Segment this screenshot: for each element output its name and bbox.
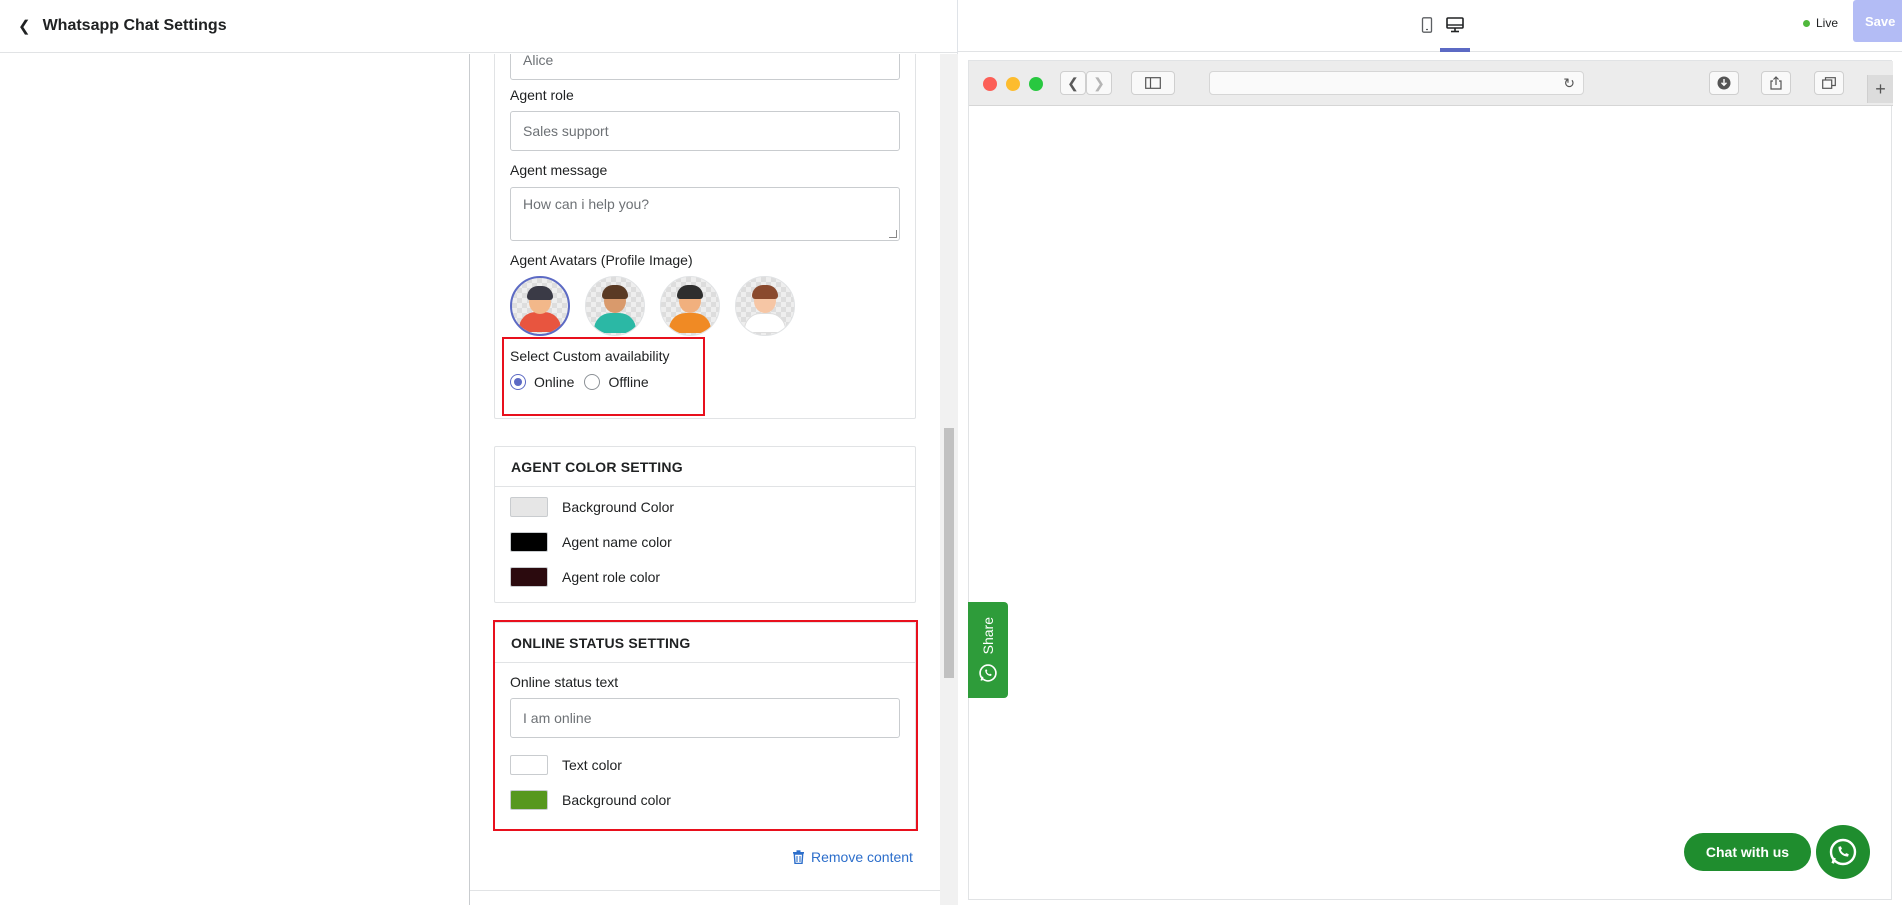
radio-offline-label: Offline: [608, 374, 649, 390]
status-background-color-label: Background color: [562, 792, 671, 808]
agent-name-value: Alice: [523, 54, 554, 68]
whatsapp-floating-button[interactable]: [1816, 825, 1870, 879]
download-icon: [1709, 71, 1739, 95]
avatar-hair-icon: [752, 285, 778, 299]
avatar-option-2[interactable]: [585, 276, 645, 336]
browser-mockup: ❮ ❯ ↻ +: [968, 60, 1893, 900]
agent-message-label: Agent message: [510, 162, 608, 178]
online-status-heading: ONLINE STATUS SETTING: [495, 623, 915, 663]
trash-icon: [793, 850, 804, 864]
radio-online-label: Online: [534, 374, 575, 390]
swatch-row-text-color: Text color: [510, 755, 622, 775]
availability-label: Select Custom availability: [510, 348, 670, 364]
status-background-color-swatch[interactable]: [510, 790, 548, 810]
avatar-hair-icon: [527, 286, 553, 300]
maximize-window-icon: [1029, 77, 1043, 91]
desktop-icon: [1446, 17, 1464, 33]
preview-pane: Live Save ❮ ❯ ↻ + Share Chat with us: [958, 0, 1902, 905]
availability-radio-group: Online Offline: [510, 374, 659, 390]
swatch-row-status-background: Background color: [510, 790, 671, 810]
avatar-body-icon: [594, 313, 636, 333]
page-title: Whatsapp Chat Settings: [42, 17, 227, 34]
browser-back-icon: ❮: [1060, 71, 1086, 95]
remove-content-link[interactable]: Remove content: [792, 849, 913, 865]
scrollbar-thumb[interactable]: [944, 428, 954, 678]
top-bar: ❮ Whatsapp Chat Settings: [0, 0, 958, 53]
desktop-view-button[interactable]: [1440, 10, 1470, 40]
browser-forward-icon: ❯: [1086, 71, 1112, 95]
avatar-hair-icon: [677, 285, 703, 299]
agent-role-input[interactable]: Sales support: [510, 111, 900, 151]
online-status-text-input[interactable]: I am online: [510, 698, 900, 738]
share-widget-tab[interactable]: Share: [968, 602, 1008, 698]
agent-role-color-label: Agent role color: [562, 569, 661, 585]
background-color-swatch[interactable]: [510, 497, 548, 517]
live-status: Live: [1803, 16, 1838, 30]
share-label: Share: [980, 617, 996, 655]
settings-pane: ❮ Whatsapp Chat Settings Alice Agent rol…: [0, 0, 958, 905]
share-sheet-icon: [1761, 71, 1791, 95]
live-dot-icon: [1803, 19, 1810, 27]
agent-color-heading: AGENT COLOR SETTING: [495, 447, 915, 487]
radio-offline[interactable]: [584, 374, 601, 390]
swatch-row-agent-name: Agent name color: [510, 532, 672, 552]
reload-icon: ↻: [1563, 75, 1575, 91]
online-status-text-value: I am online: [523, 710, 592, 726]
agent-message-value: How can i help you?: [523, 196, 650, 212]
avatar-body-icon: [519, 312, 561, 332]
avatar-option-3[interactable]: [660, 276, 720, 336]
online-status-text-label: Online status text: [510, 674, 619, 690]
back-chevron-icon[interactable]: ❮: [18, 17, 31, 35]
mobile-icon: [1421, 17, 1433, 33]
close-window-icon: [983, 77, 997, 91]
avatar-option-4[interactable]: [735, 276, 795, 336]
agent-message-textarea[interactable]: How can i help you?: [510, 187, 900, 241]
section-divider: [470, 890, 940, 891]
new-tab-icon: +: [1867, 75, 1893, 103]
text-color-label: Text color: [562, 757, 622, 773]
agent-role-color-swatch[interactable]: [510, 567, 548, 587]
preview-toolbar: Live Save: [958, 0, 1902, 52]
avatar-picker: [510, 276, 795, 336]
background-color-label: Background Color: [562, 499, 675, 515]
minimize-window-icon: [1006, 77, 1020, 91]
settings-scrollbar[interactable]: [940, 54, 958, 905]
active-device-indicator: [1440, 48, 1470, 52]
avatar-body-icon: [669, 313, 711, 333]
browser-toolbar: ❮ ❯ ↻ +: [969, 61, 1893, 106]
agent-role-value: Sales support: [523, 123, 609, 139]
whatsapp-icon: [979, 663, 997, 682]
avatar-hair-icon: [602, 285, 628, 299]
sidebar-toggle-icon: [1131, 71, 1175, 95]
live-label: Live: [1816, 16, 1839, 30]
address-bar: ↻: [1209, 71, 1584, 95]
save-button[interactable]: Save: [1853, 0, 1902, 42]
app-root: ❮ Whatsapp Chat Settings Alice Agent rol…: [0, 0, 1902, 905]
settings-column: Alice Agent role Sales support Agent mes…: [470, 54, 940, 905]
agent-role-label: Agent role: [510, 87, 574, 103]
radio-online[interactable]: [510, 374, 526, 390]
agent-name-color-swatch[interactable]: [510, 532, 548, 552]
swatch-row-agent-role: Agent role color: [510, 567, 660, 587]
swatch-row-background: Background Color: [510, 497, 674, 517]
resize-grip-icon[interactable]: [889, 230, 897, 238]
avatar-option-1[interactable]: [510, 276, 570, 336]
remove-content-label: Remove content: [811, 849, 913, 865]
avatar-body-icon: [744, 313, 786, 333]
navigation-column: [0, 54, 470, 905]
chat-with-us-button[interactable]: Chat with us: [1684, 833, 1811, 871]
whatsapp-icon: [1829, 838, 1857, 866]
mobile-view-button[interactable]: [1412, 10, 1442, 40]
agent-name-input[interactable]: Alice: [510, 54, 900, 80]
agent-avatars-label: Agent Avatars (Profile Image): [510, 252, 693, 268]
text-color-swatch[interactable]: [510, 755, 548, 775]
tabs-overview-icon: [1814, 71, 1844, 95]
agent-name-color-label: Agent name color: [562, 534, 672, 550]
